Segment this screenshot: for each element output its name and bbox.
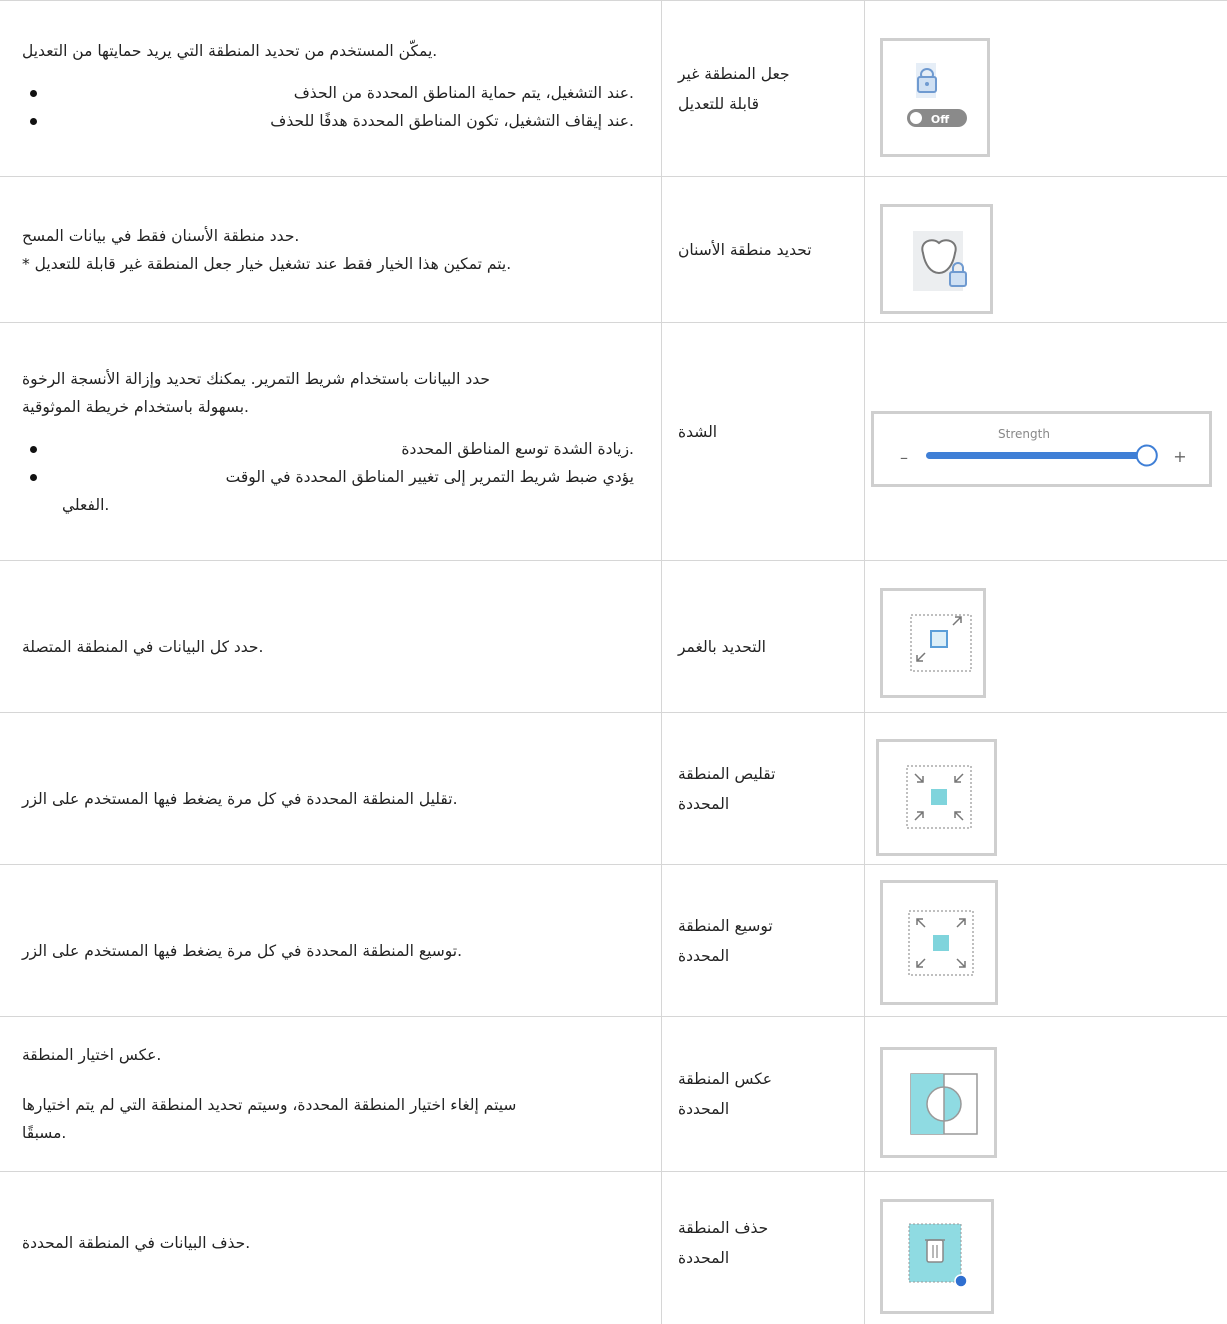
row-description: .حدد كل البيانات في المنطقة المتصلة [22, 561, 634, 712]
svg-text:Off: Off [931, 113, 949, 126]
tooth-lock-icon [880, 204, 993, 314]
table-row: .تقليل المنطقة المحددة في كل مرة يضغط في… [0, 712, 1227, 864]
tool-name: توسيع المنطقة المحددة [678, 916, 773, 965]
row-description: حدد البيانات باستخدام شريط التمرير. يمكن… [22, 323, 634, 560]
list-item: .عند التشغيل، يتم حماية المناطق المحددة … [22, 79, 634, 107]
table-row: .حدد كل البيانات في المنطقة المتصلة التح… [0, 560, 1227, 712]
svg-text:Strength: Strength [998, 427, 1050, 441]
description-text: .بسهولة باستخدام خريطة الموثوقية [22, 397, 249, 416]
strength-slider-icon: Strength – + [871, 411, 1212, 487]
delete-selection-icon [880, 1199, 994, 1314]
list-item-continuation: .الفعلي [62, 495, 110, 514]
description-text: .حدد منطقة الأسنان فقط في بيانات المسح [22, 226, 300, 245]
table-row: .حدد منطقة الأسنان فقط في بيانات المسح .… [0, 176, 1227, 322]
description-text: .يتم تمكين هذا الخيار فقط عند تشغيل خيار… [22, 254, 512, 273]
svg-text:+: + [1173, 447, 1186, 466]
invert-selection-icon [880, 1047, 997, 1158]
row-description: .حدد منطقة الأسنان فقط في بيانات المسح .… [22, 177, 634, 322]
svg-text:–: – [900, 448, 908, 467]
lock-toggle-icon: Off [880, 38, 990, 157]
tool-name: الشدة [678, 422, 718, 441]
shrink-selection-icon [876, 739, 997, 856]
description-text: .تقليل المنطقة المحددة في كل مرة يضغط في… [22, 789, 458, 808]
description-text: .يمكّن المستخدم من تحديد المنطقة التي ير… [22, 41, 438, 60]
description-text: .حدد كل البيانات في المنطقة المتصلة [22, 637, 264, 656]
row-description: .توسيع المنطقة المحددة في كل مرة يضغط في… [22, 865, 634, 1016]
table-row: .عكس اختيار المنطقة سيتم إلغاء اختيار ال… [0, 1016, 1227, 1171]
description-text: سيتم إلغاء اختيار المنطقة المحددة، وسيتم… [22, 1096, 517, 1114]
description-text: .عكس اختيار المنطقة [22, 1046, 162, 1064]
tool-name: التحديد بالغمر [678, 637, 766, 656]
flood-select-icon [880, 588, 986, 698]
row-description: .حذف البيانات في المنطقة المحددة [22, 1172, 634, 1324]
tool-name: تحديد منطقة الأسنان [678, 240, 812, 259]
description-text: .مسبقًا [22, 1124, 67, 1142]
row-description: .يمكّن المستخدم من تحديد المنطقة التي ير… [22, 1, 634, 176]
list-item: يؤدي ضبط شريط التمرير إلى تغيير المناطق … [22, 463, 634, 491]
description-text: .توسيع المنطقة المحددة في كل مرة يضغط في… [22, 941, 463, 960]
list-item: .زيادة الشدة توسع المناطق المحددة [22, 435, 634, 463]
table-row: .توسيع المنطقة المحددة في كل مرة يضغط في… [0, 864, 1227, 1016]
table-row: .حذف البيانات في المنطقة المحددة حذف الم… [0, 1171, 1227, 1324]
tool-name: تقليص المنطقة المحددة [678, 764, 776, 813]
table-row: حدد البيانات باستخدام شريط التمرير. يمكن… [0, 322, 1227, 560]
tool-name: حذف المنطقة المحددة [678, 1219, 769, 1267]
tool-name: عكس المنطقة المحددة [678, 1070, 773, 1118]
description-text: .حذف البيانات في المنطقة المحددة [22, 1234, 251, 1252]
list-item: .عند إيقاف التشغيل، تكون المناطق المحددة… [22, 107, 634, 135]
description-text: حدد البيانات باستخدام شريط التمرير. يمكن… [22, 369, 491, 388]
table-row: .يمكّن المستخدم من تحديد المنطقة التي ير… [0, 0, 1227, 176]
tool-name: جعل المنطقة غير قابلة للتعديل [678, 64, 790, 113]
row-description: .عكس اختيار المنطقة سيتم إلغاء اختيار ال… [22, 1017, 634, 1171]
expand-selection-icon [880, 880, 998, 1005]
row-description: .تقليل المنطقة المحددة في كل مرة يضغط في… [22, 713, 634, 864]
